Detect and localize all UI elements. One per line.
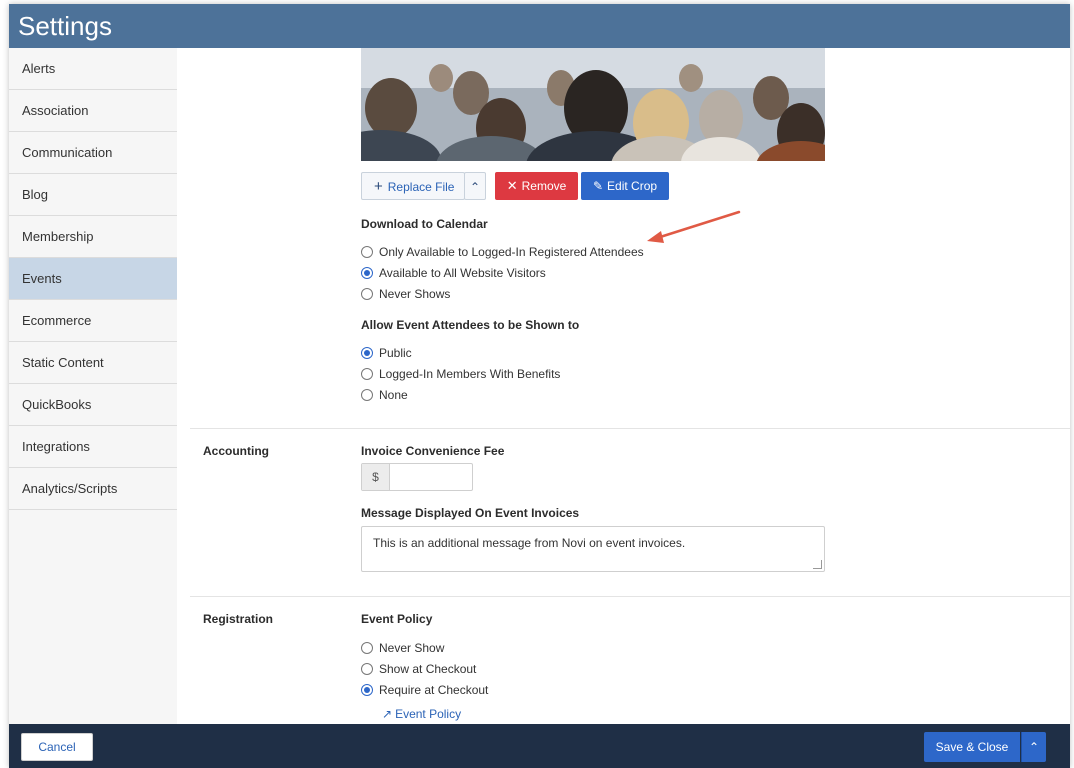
sidebar-item-events[interactable]: Events [9, 258, 177, 300]
event-policy-link-label: Event Policy [395, 707, 462, 721]
sidebar-item-ecommerce[interactable]: Ecommerce [9, 300, 177, 342]
radio-circle [361, 367, 373, 380]
section-divider [190, 596, 1070, 597]
settings-sidebar: Alerts Association Communication Blog Me… [9, 48, 178, 724]
sidebar-item-alerts[interactable]: Alerts [9, 48, 177, 90]
event-policy-heading: Event Policy [361, 612, 433, 626]
sidebar-item-analytics-scripts[interactable]: Analytics/Scripts [9, 468, 177, 510]
accounting-section-label: Accounting [203, 444, 269, 458]
radio-label: Logged-In Members With Benefits [379, 367, 561, 381]
plus-icon: + [374, 178, 383, 195]
save-close-button[interactable]: Save & Close [924, 732, 1020, 762]
footer-bar: Cancel Save & Close ⌃ [9, 724, 1070, 768]
radio-logged-in-members[interactable]: Logged-In Members With Benefits [361, 366, 560, 382]
replace-file-label: Replace File [387, 180, 455, 194]
radio-require-at-checkout[interactable]: Require at Checkout [361, 682, 488, 698]
page-title: Settings [18, 11, 112, 41]
radio-all-visitors[interactable]: Available to All Website Visitors [361, 265, 546, 281]
event-policy-link[interactable]: ↗ Event Policy [382, 707, 461, 721]
radio-never-show-policy[interactable]: Never Show [361, 640, 444, 656]
radio-none[interactable]: None [361, 387, 408, 403]
replace-file-menu-toggle[interactable]: ⌃ [464, 172, 486, 200]
radio-show-at-checkout[interactable]: Show at Checkout [361, 661, 476, 677]
radio-label: Available to All Website Visitors [379, 266, 546, 280]
radio-label: None [379, 388, 408, 402]
radio-label: Show at Checkout [379, 662, 477, 676]
title-bar: Settings [9, 4, 1070, 48]
registration-section-label: Registration [203, 612, 274, 626]
download-calendar-heading: Download to Calendar [361, 217, 488, 231]
invoice-message-text: This is an additional message from Novi … [373, 536, 686, 550]
currency-prefix: $ [362, 464, 390, 490]
radio-circle [361, 287, 373, 300]
radio-label: Require at Checkout [379, 683, 489, 697]
external-link-icon: ↗ [382, 707, 393, 721]
replace-file-button[interactable]: + Replace File [361, 172, 465, 200]
sidebar-item-association[interactable]: Association [9, 90, 177, 132]
radio-circle [361, 245, 373, 258]
edit-crop-label: Edit Crop [607, 179, 658, 193]
sidebar-item-integrations[interactable]: Integrations [9, 426, 177, 468]
close-icon: ✕ [506, 178, 518, 193]
remove-image-button[interactable]: ✕ Remove [495, 172, 578, 200]
sidebar-item-membership[interactable]: Membership [9, 216, 177, 258]
save-options-toggle[interactable]: ⌃ [1021, 732, 1046, 762]
event-image [361, 48, 825, 161]
pencil-icon: ✎ [592, 179, 604, 193]
invoice-fee-heading: Invoice Convenience Fee [361, 444, 505, 458]
edit-crop-button[interactable]: ✎ Edit Crop [581, 172, 669, 200]
cancel-button[interactable]: Cancel [21, 733, 93, 761]
chevron-up-icon: ⌃ [1028, 740, 1040, 754]
invoice-fee-field[interactable]: $ [361, 463, 473, 491]
radio-label: Only Available to Logged-In Registered A… [379, 245, 644, 259]
radio-circle [361, 662, 373, 675]
invoice-message-heading: Message Displayed On Event Invoices [361, 506, 580, 520]
sidebar-item-communication[interactable]: Communication [9, 132, 177, 174]
radio-label: Public [379, 346, 412, 360]
settings-window: Settings Alerts Association Communicatio… [9, 4, 1070, 768]
settings-content: + Replace File ⌃ ✕ Remove ✎ Edit Crop Downl… [177, 48, 1070, 724]
radio-circle-selected [361, 346, 373, 359]
radio-public[interactable]: Public [361, 345, 412, 361]
radio-never-shows[interactable]: Never Shows [361, 286, 450, 302]
sidebar-item-static-content[interactable]: Static Content [9, 342, 177, 384]
attendees-heading: Allow Event Attendees to be Shown to [361, 318, 580, 332]
sidebar-item-blog[interactable]: Blog [9, 174, 177, 216]
resize-handle-icon[interactable] [813, 560, 822, 569]
radio-label: Never Show [379, 641, 445, 655]
audience-photo [361, 48, 825, 161]
invoice-message-textarea[interactable]: This is an additional message from Novi … [361, 526, 825, 572]
chevron-up-icon: ⌃ [469, 180, 481, 194]
section-divider [190, 428, 1070, 429]
radio-circle [361, 388, 373, 401]
remove-label: Remove [521, 179, 567, 193]
radio-circle-selected [361, 266, 373, 279]
sidebar-item-quickbooks[interactable]: QuickBooks [9, 384, 177, 426]
radio-circle [361, 641, 373, 654]
radio-circle-selected [361, 683, 373, 696]
radio-label: Never Shows [379, 287, 451, 301]
radio-logged-in-attendees[interactable]: Only Available to Logged-In Registered A… [361, 244, 644, 260]
